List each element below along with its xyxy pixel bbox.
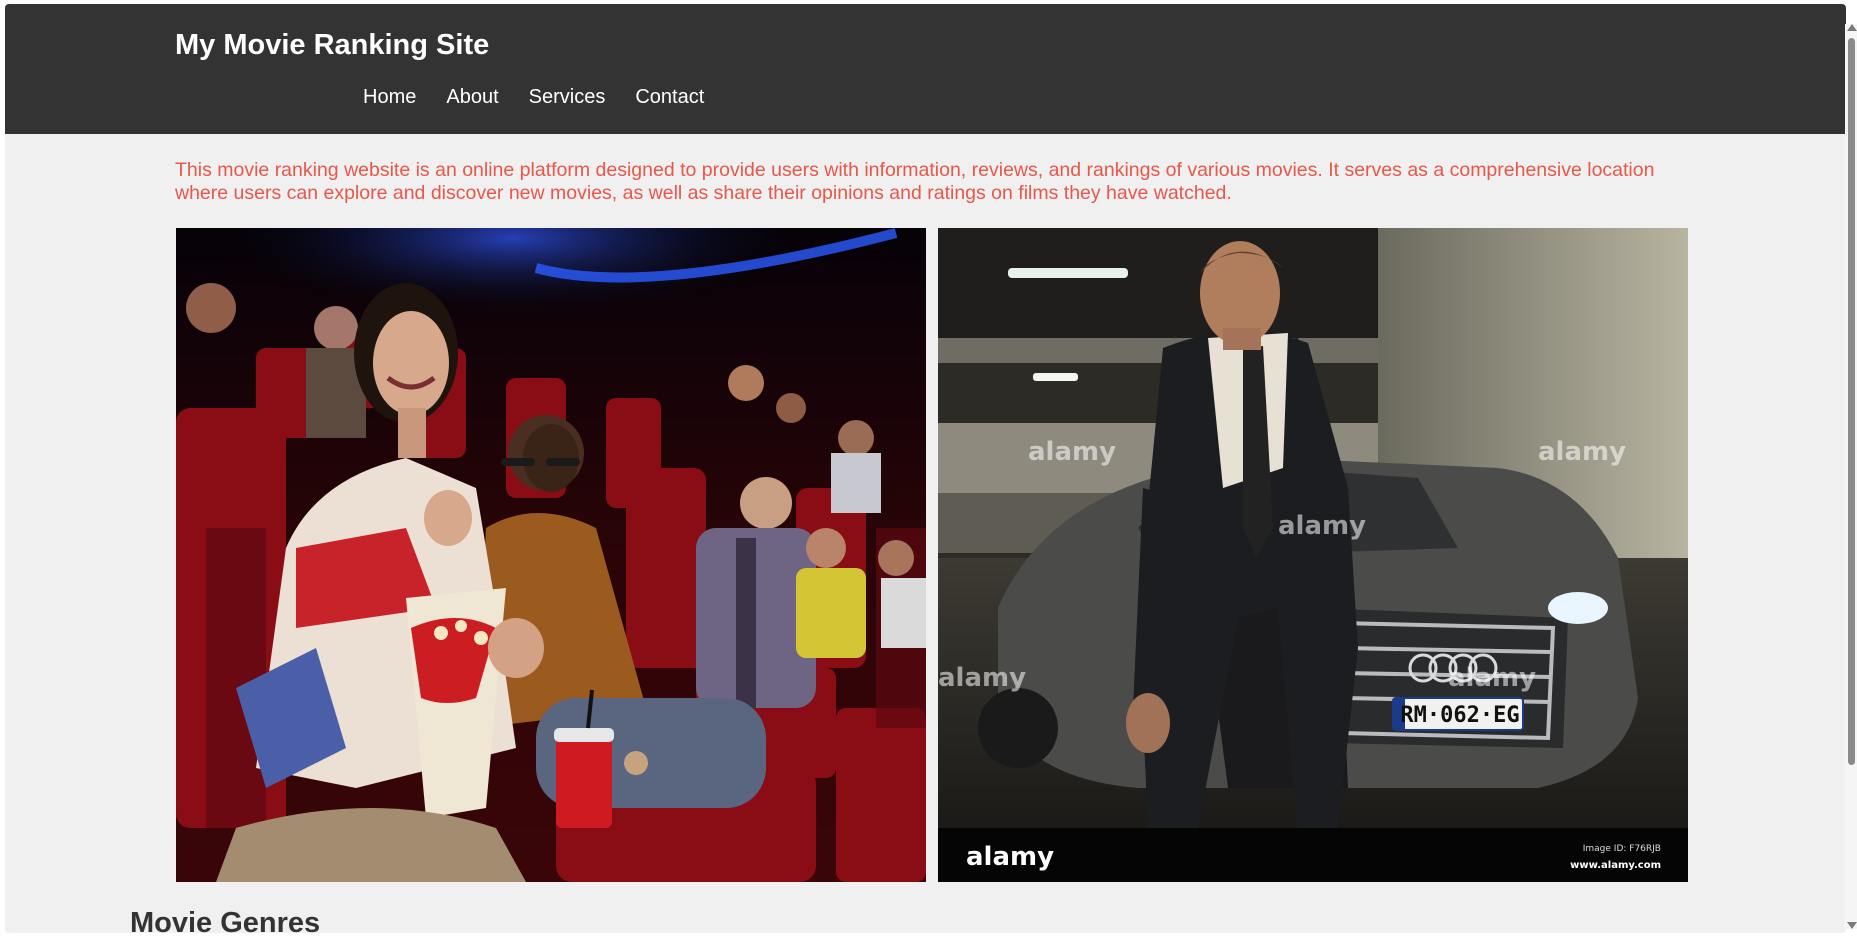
nav-services-link[interactable]: Services: [529, 85, 606, 109]
scrollbar-thumb[interactable]: [1848, 38, 1855, 765]
watermark-text-4: alamy: [938, 663, 1026, 693]
scroll-down-arrow-icon[interactable]: [1847, 922, 1857, 929]
man-with-car-image: RM·062·EG alamy Image ID: F76RJB www.ala…: [938, 228, 1688, 882]
watermark-text-1: alamy: [1028, 437, 1116, 467]
site-header: My Movie Ranking Site Home About Service…: [5, 4, 1846, 134]
alamy-logo-text: alamy: [966, 842, 1054, 872]
nav-contact-link[interactable]: Contact: [635, 85, 704, 109]
page-scrollbar[interactable]: [1845, 24, 1857, 929]
intro-paragraph: This movie ranking website is an online …: [175, 159, 1655, 204]
watermark-text-3: alamy: [1278, 511, 1366, 541]
movie-genres-heading: Movie Genres: [130, 907, 321, 933]
watermark-text-5: alamy: [1448, 663, 1536, 693]
page-viewport: My Movie Ranking Site Home About Service…: [5, 4, 1846, 933]
license-plate-text: RM·062·EG: [1400, 703, 1519, 728]
scroll-up-arrow-icon[interactable]: [1847, 24, 1857, 31]
nav-home-link[interactable]: Home: [363, 85, 416, 109]
watermark-text-2: alamy: [1538, 437, 1626, 467]
main-nav: Home About Services Contact: [363, 85, 734, 109]
alamy-url-text: www.alamy.com: [1570, 860, 1661, 871]
site-title: My Movie Ranking Site: [175, 29, 490, 61]
image-id-text: Image ID: F76RJB: [1583, 844, 1661, 854]
nav-about-link[interactable]: About: [446, 85, 498, 109]
cinema-audience-image: [176, 228, 926, 882]
